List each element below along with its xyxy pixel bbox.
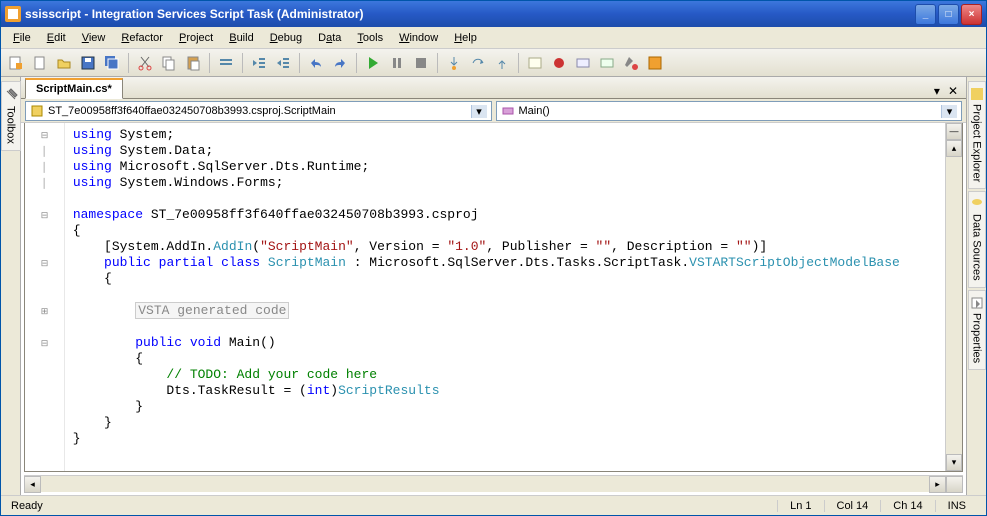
properties-tab[interactable]: Properties — [968, 290, 986, 370]
menu-data[interactable]: Data — [310, 29, 349, 47]
right-panels: Project Explorer Data Sources Properties — [966, 77, 986, 495]
step-out-icon[interactable] — [491, 52, 513, 74]
menu-project[interactable]: Project — [171, 29, 221, 47]
pause-icon[interactable] — [386, 52, 408, 74]
new-file-icon[interactable] — [29, 52, 51, 74]
fold-icon[interactable]: ⊞ — [41, 303, 49, 319]
menu-refactor[interactable]: Refactor — [113, 29, 171, 47]
class-navigator[interactable]: ST_7e00958ff3f640ffae032450708b3993.cspr… — [25, 101, 492, 121]
window-title: ssisscript - Integration Services Script… — [25, 7, 915, 21]
fold-icon[interactable]: ⊟ — [41, 207, 49, 223]
fold-icon[interactable]: ⊟ — [41, 335, 49, 351]
fold-icon[interactable]: ⊟ — [41, 127, 49, 143]
toolbar — [1, 49, 986, 77]
close-button[interactable]: × — [961, 4, 982, 25]
status-line: Ln 1 — [777, 500, 823, 512]
toolbox-panel[interactable]: Toolbox — [1, 77, 21, 495]
menu-tools[interactable]: Tools — [349, 29, 391, 47]
fold-icon[interactable]: ⊟ — [41, 255, 49, 271]
scroll-up-icon[interactable]: ▴ — [946, 140, 962, 157]
breakpoints-icon[interactable] — [548, 52, 570, 74]
horizontal-scrollbar[interactable]: ◂ ▸ — [24, 475, 963, 492]
redo-icon[interactable] — [329, 52, 351, 74]
tab-dropdown-icon[interactable]: ▾ — [930, 84, 944, 98]
scroll-down-icon[interactable]: ▾ — [946, 454, 962, 471]
statusbar: Ready Ln 1 Col 14 Ch 14 INS — [1, 495, 986, 515]
code-editor[interactable]: ⊟ │││ ⊟ ⊟ ⊞ ⊟ using System; using System… — [24, 123, 963, 472]
app-icon — [5, 6, 21, 22]
cut-icon[interactable] — [134, 52, 156, 74]
new-project-icon[interactable] — [5, 52, 27, 74]
output-icon[interactable] — [596, 52, 618, 74]
step-into-icon[interactable] — [443, 52, 465, 74]
save-icon[interactable] — [77, 52, 99, 74]
menu-view[interactable]: View — [74, 29, 114, 47]
document-tabs: ScriptMain.cs* ▾ ✕ — [21, 77, 966, 99]
status-char: Ch 14 — [880, 500, 934, 512]
scroll-right-icon[interactable]: ▸ — [929, 476, 946, 493]
code-content[interactable]: using System; using System.Data; using M… — [65, 123, 945, 471]
step-over-icon[interactable] — [467, 52, 489, 74]
data-sources-tab[interactable]: Data Sources — [968, 191, 986, 288]
tab-close-icon[interactable]: ✕ — [944, 84, 962, 98]
undo-icon[interactable] — [305, 52, 327, 74]
outdent-icon[interactable] — [248, 52, 270, 74]
menu-window[interactable]: Window — [391, 29, 446, 47]
settings-icon[interactable] — [644, 52, 666, 74]
menu-file[interactable]: File — [5, 29, 39, 47]
status-ready: Ready — [9, 500, 777, 512]
status-insert: INS — [935, 500, 978, 512]
member-navigator[interactable]: Main()▾ — [496, 101, 963, 121]
maximize-button[interactable]: □ — [938, 4, 959, 25]
menubar: File Edit View Refactor Project Build De… — [1, 27, 986, 49]
menu-build[interactable]: Build — [221, 29, 261, 47]
paste-icon[interactable] — [182, 52, 204, 74]
minimize-button[interactable]: _ — [915, 4, 936, 25]
scroll-left-icon[interactable]: ◂ — [24, 476, 41, 493]
run-icon[interactable] — [362, 52, 384, 74]
immediate-icon[interactable] — [524, 52, 546, 74]
open-icon[interactable] — [53, 52, 75, 74]
scroll-split-icon[interactable]: — — [946, 123, 962, 140]
tab-scriptmain[interactable]: ScriptMain.cs* — [25, 78, 123, 99]
project-explorer-tab[interactable]: Project Explorer — [968, 81, 986, 189]
save-all-icon[interactable] — [101, 52, 123, 74]
stop-icon[interactable] — [410, 52, 432, 74]
menu-edit[interactable]: Edit — [39, 29, 74, 47]
copy-icon[interactable] — [158, 52, 180, 74]
indent-icon[interactable] — [272, 52, 294, 74]
status-column: Col 14 — [824, 500, 881, 512]
collapsed-region[interactable]: VSTA generated code — [135, 302, 289, 319]
menu-debug[interactable]: Debug — [262, 29, 310, 47]
titlebar: ssisscript - Integration Services Script… — [1, 1, 986, 27]
menu-help[interactable]: Help — [446, 29, 485, 47]
watch-icon[interactable] — [572, 52, 594, 74]
tools-icon[interactable] — [620, 52, 642, 74]
comment-icon[interactable] — [215, 52, 237, 74]
vertical-scrollbar[interactable]: — ▴ ▾ — [945, 123, 962, 471]
